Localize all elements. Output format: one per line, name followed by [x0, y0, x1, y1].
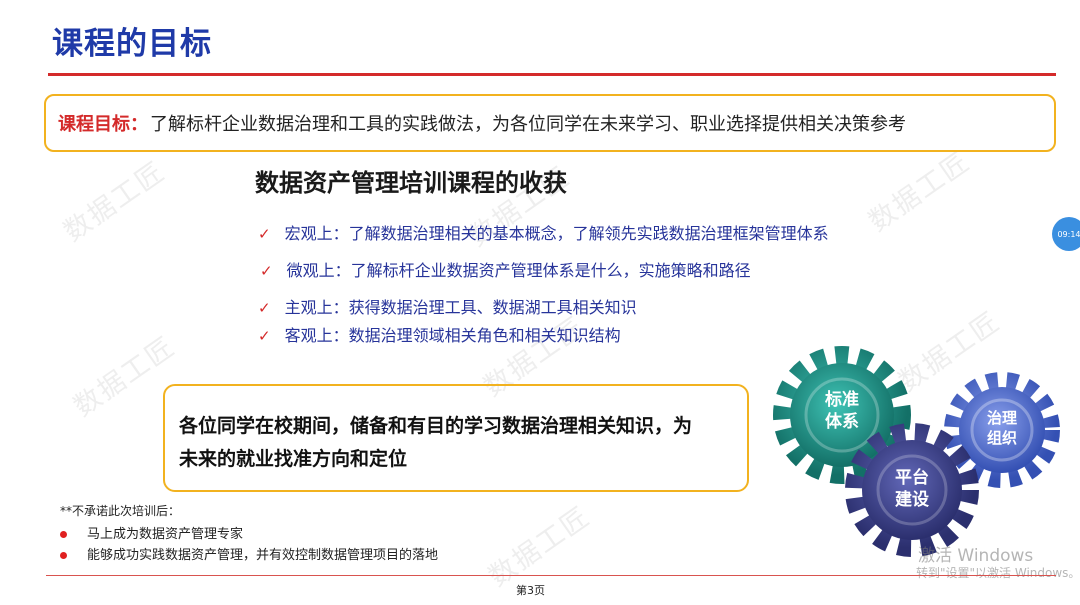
watermark: 数据工匠 — [483, 500, 597, 593]
gain-text: 了解数据治理相关的基本概念，了解领先实践数据治理框架管理体系 — [348, 224, 829, 243]
gear-label: 组织 — [987, 429, 1017, 447]
gain-label: 微观上： — [286, 261, 351, 280]
gain-text: 了解标杆企业数据资产管理体系是什么，实施策略和路径 — [350, 261, 751, 280]
gear-label: 建设 — [895, 489, 929, 510]
slide: 数据工匠 数据工匠 数据工匠 数据工匠 数据工匠 数据工匠 数据工匠 课程的目标… — [0, 0, 1080, 605]
list-item: 能够成功实践数据资产管理，并有效控制数据管理项目的落地 — [60, 544, 438, 563]
gain-label: 客观上： — [284, 326, 349, 345]
check-icon: ✓ — [258, 225, 271, 243]
page-title: 课程的目标 — [52, 26, 212, 62]
list-item: ✓ 微观上：了解标杆企业数据资产管理体系是什么，实施策略和路径 — [260, 257, 751, 281]
course-goal-box: 课程目标： 了解标杆企业数据治理和工具的实践做法，为各位同学在未来学习、职业选择… — [44, 94, 1056, 152]
watermark: 数据工匠 — [863, 145, 977, 238]
gain-text: 获得数据治理工具、数据湖工具相关知识 — [348, 298, 637, 317]
gain-label: 主观上： — [284, 298, 349, 317]
gears-illustration: 标准 体系 治理 组织 平台 建设 — [773, 346, 1060, 557]
check-icon: ✓ — [258, 299, 271, 317]
course-goal-label: 课程目标： — [58, 114, 148, 135]
advice-box: 各位同学在校期间，储备和有目的学习数据治理相关知识，为 未来的就业找准方向和定位 — [163, 384, 749, 492]
check-icon: ✓ — [260, 262, 273, 280]
activate-windows-title: 激活 Windows — [918, 546, 1034, 566]
gains-heading: 数据资产管理培训课程的收获 — [255, 169, 567, 197]
gain-label: 宏观上： — [284, 224, 349, 243]
page-number: 第3页 — [516, 584, 545, 597]
bullet-icon — [60, 552, 67, 559]
time-badge[interactable]: 09:14 — [1052, 217, 1080, 251]
list-item: ✓ 宏观上：了解数据治理相关的基本概念，了解领先实践数据治理框架管理体系 — [258, 220, 829, 244]
watermark: 数据工匠 — [58, 155, 172, 248]
disclaimer-text: 能够成功实践数据资产管理，并有效控制数据管理项目的落地 — [87, 548, 439, 563]
disclaimer-text: 马上成为数据资产管理专家 — [87, 527, 244, 542]
gear-label: 治理 — [987, 409, 1017, 427]
activate-windows-hint: 转到"设置"以激活 Windows。 — [916, 566, 1080, 580]
list-item: ✓ 客观上：数据治理领域相关角色和相关知识结构 — [258, 322, 621, 346]
course-goal-text: 了解标杆企业数据治理和工具的实践做法，为各位同学在未来学习、职业选择提供相关决策… — [150, 114, 906, 135]
check-icon: ✓ — [258, 327, 271, 345]
title-divider — [48, 73, 1056, 76]
list-item: ✓ 主观上：获得数据治理工具、数据湖工具相关知识 — [258, 294, 637, 318]
gain-text: 数据治理领域相关角色和相关知识结构 — [348, 326, 621, 345]
bullet-icon — [60, 531, 67, 538]
footer-divider — [46, 575, 1056, 576]
list-item: 马上成为数据资产管理专家 — [60, 523, 243, 542]
gear-label: 标准 — [825, 389, 859, 410]
disclaimer-title: **不承诺此次培训后： — [60, 504, 181, 518]
advice-line: 未来的就业找准方向和定位 — [179, 448, 408, 470]
advice-line: 各位同学在校期间，储备和有目的学习数据治理相关知识，为 — [179, 415, 693, 437]
gear-label: 体系 — [825, 411, 859, 432]
gear-label: 平台 — [895, 467, 929, 488]
gear-governance-org: 治理 组织 — [944, 372, 1060, 488]
